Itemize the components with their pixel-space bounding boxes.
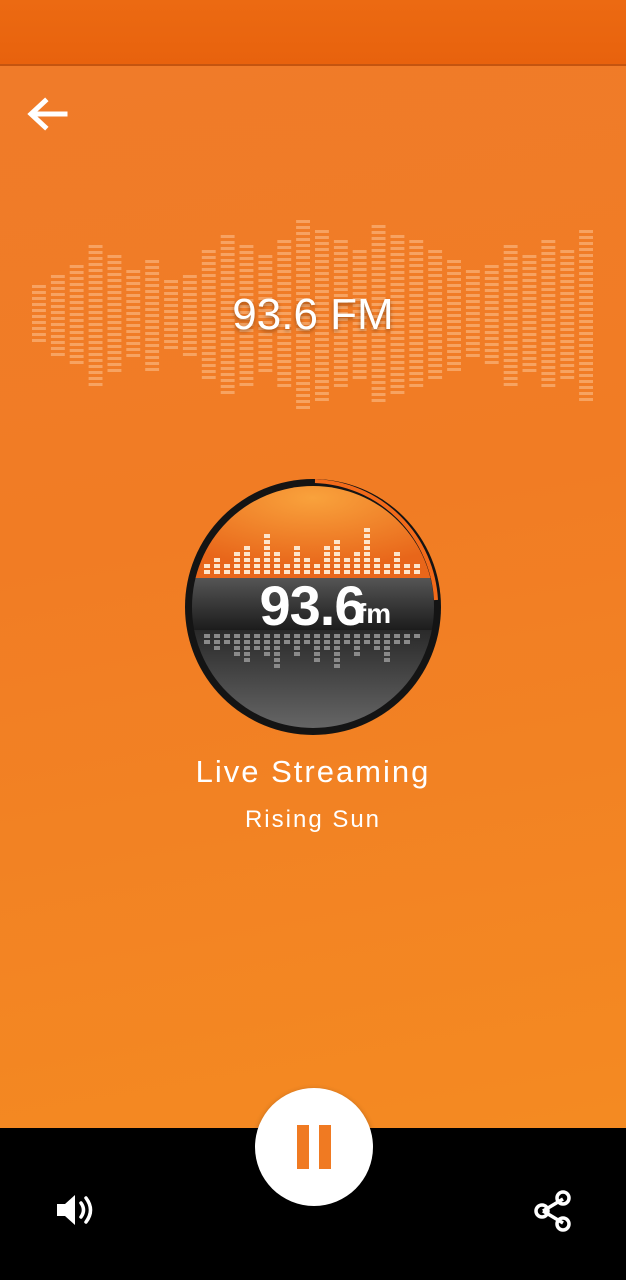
status-bar (0, 0, 626, 66)
pause-icon (297, 1125, 331, 1169)
stream-subtitle: Rising Sun (244, 806, 382, 833)
stream-title: Live Streaming (195, 754, 431, 789)
arrow-left-icon (27, 97, 68, 131)
logo-unit: fm (357, 598, 391, 629)
logo-number: 93.6 (260, 574, 365, 637)
share-button[interactable] (526, 1184, 580, 1238)
player-screen: 93.6 FM 93.6 fm Live Streaming Rising Su… (0, 0, 626, 1128)
back-button[interactable] (22, 90, 72, 138)
station-logo: 93.6 fm (184, 478, 442, 736)
frequency-title: 93.6 FM (232, 290, 394, 339)
pause-button[interactable] (255, 1088, 373, 1206)
share-icon (534, 1190, 571, 1232)
volume-button[interactable] (50, 1186, 102, 1234)
volume-up-icon (57, 1195, 93, 1225)
